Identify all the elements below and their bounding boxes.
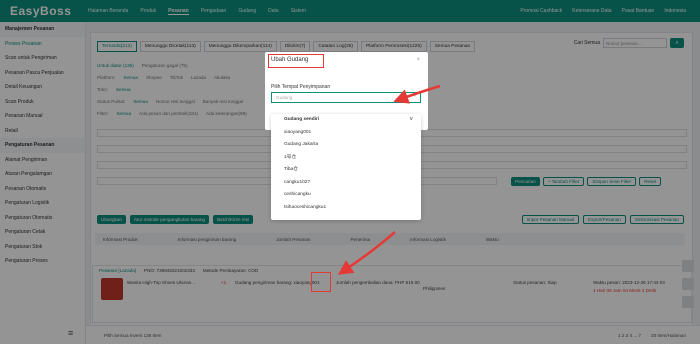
warehouse-select-placeholder: Gudang xyxy=(276,95,293,100)
chevron-down-icon: ˅ xyxy=(409,117,413,123)
chevron-up-icon: ^ xyxy=(413,94,416,99)
warehouse-option[interactable]: Tiba仓 xyxy=(271,164,421,177)
warehouse-option[interactable]: ceshicangku xyxy=(271,189,421,202)
warehouse-dropdown: ˅ Gudang sendiri xiaoyang001 Gudang Jaka… xyxy=(271,114,421,220)
warehouse-option[interactable]: cangku1027 xyxy=(271,177,421,190)
modal-title: Ubah Gudang xyxy=(271,57,309,63)
edit-warehouse-highlight xyxy=(311,272,331,292)
close-icon[interactable]: × xyxy=(416,57,420,63)
warehouse-option[interactable]: Gudang Jakarta xyxy=(271,139,421,152)
warehouse-option[interactable]: tsihaoceshicangku1 xyxy=(271,202,421,215)
warehouse-select[interactable]: Gudang ^ xyxy=(271,92,421,103)
warehouse-field-label: Pilih Tempat Penyimpanan xyxy=(271,84,331,90)
warehouse-option[interactable]: 1号仓 xyxy=(271,152,421,165)
warehouse-option[interactable]: xiaoyang001 xyxy=(271,127,421,140)
warehouse-option[interactable]: Gudang sendiri xyxy=(271,114,421,127)
